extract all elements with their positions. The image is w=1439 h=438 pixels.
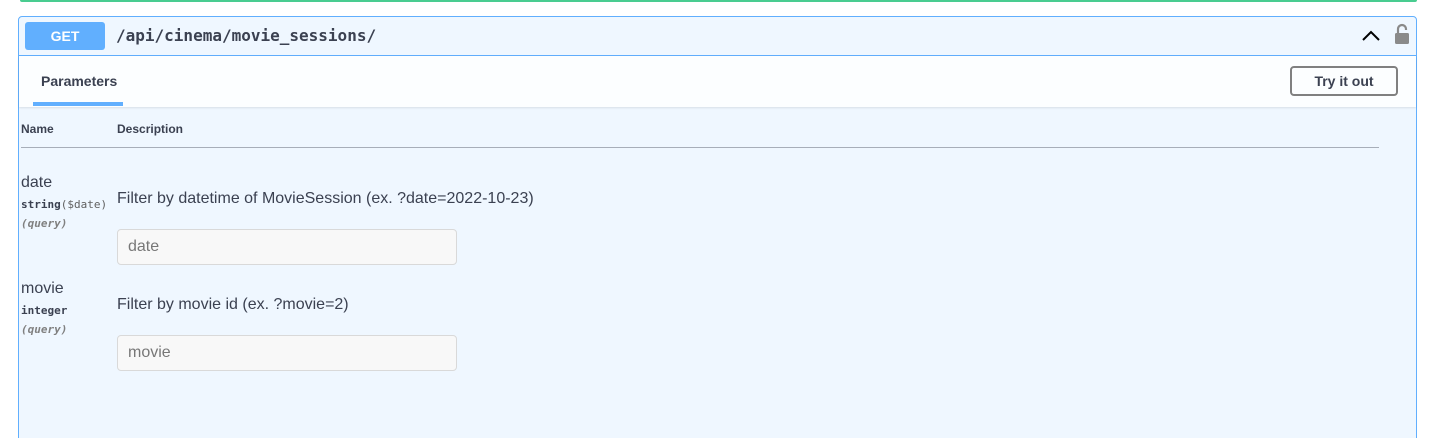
previous-operation-edge [20,0,1417,2]
header-divider [21,147,1379,148]
parameter-location: (query) [21,323,68,336]
movie-input[interactable] [117,335,457,371]
parameter-description: Filter by movie id (ex. ?movie=2) [117,296,349,313]
parameters-section-header: Parameters Try it out [19,56,1416,107]
column-header-name: Name [21,122,54,136]
parameter-description: Filter by datetime of MovieSession (ex. … [117,190,534,207]
parameter-row-movie: movie integer (query) Filter by movie id… [21,280,1379,380]
parameter-type-format: ($date) [60,198,108,211]
parameter-name: date [21,174,53,191]
parameter-type-name: string [21,198,61,211]
method-badge: GET [25,22,105,50]
parameter-type: integer [21,304,67,317]
try-it-out-button[interactable]: Try it out [1290,66,1398,96]
operation-summary[interactable]: GET /api/cinema/movie_sessions/ [19,17,1416,56]
parameter-name: movie [21,280,64,297]
lock-icon[interactable] [1394,23,1410,45]
parameter-type-name: integer [21,304,68,317]
chevron-up-icon[interactable] [1360,26,1382,46]
tab-active-indicator [33,102,123,106]
swagger-page: GET /api/cinema/movie_sessions/ Paramete… [0,0,1439,438]
column-header-description: Description [117,122,184,136]
parameter-type: string($date) [21,198,107,211]
tab-parameters[interactable]: Parameters [33,56,123,106]
endpoint-path: /api/cinema/movie_sessions/ [116,26,377,45]
date-input[interactable] [117,229,457,265]
parameter-location: (query) [21,217,68,230]
tab-parameters-label: Parameters [41,73,118,89]
parameter-row-date: date string($date) (query) Filter by dat… [21,174,1379,274]
